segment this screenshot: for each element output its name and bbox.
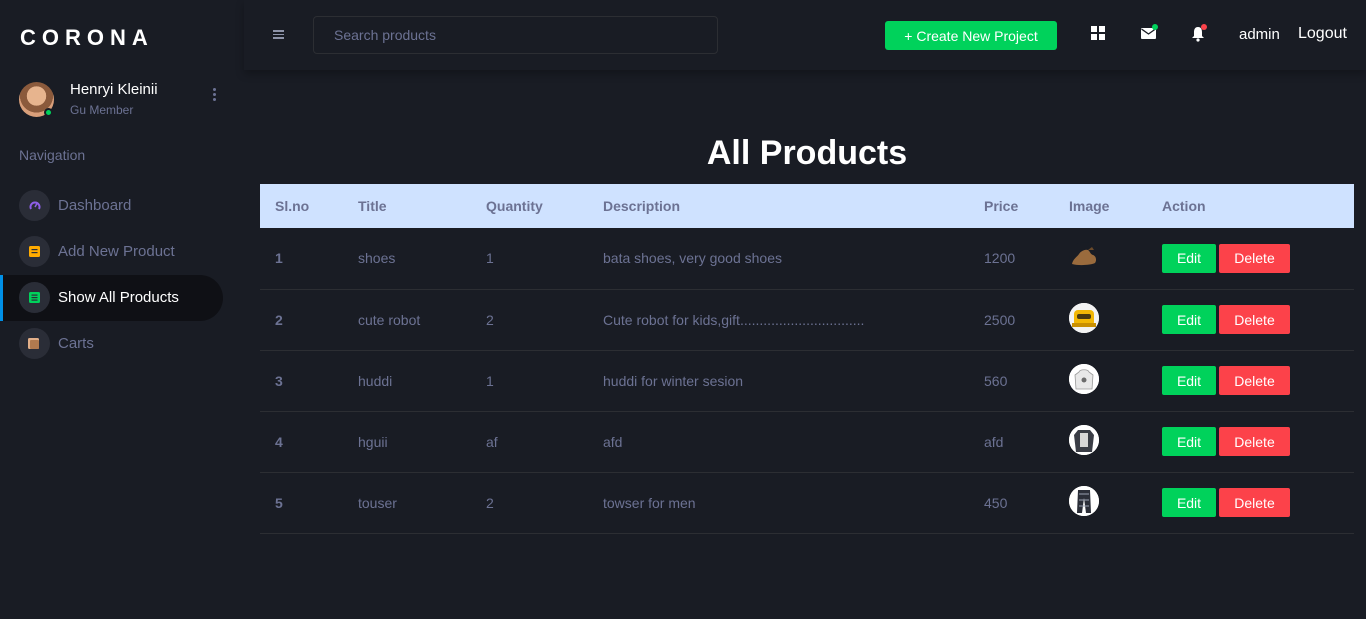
note-icon	[19, 236, 50, 267]
edit-button[interactable]: Edit	[1162, 243, 1216, 273]
sidebar-item-carts[interactable]: Carts	[0, 321, 223, 367]
page-title: All Products	[706, 134, 908, 172]
profile-name: Henryi Kleinii	[70, 81, 158, 98]
trousers-thumbnail	[1069, 486, 1099, 516]
grid-icon[interactable]	[1091, 26, 1107, 42]
cell-description: huddi for winter sesion	[603, 372, 744, 389]
profile-block: Henryi Kleinii Gu Member	[19, 80, 229, 120]
cell-title: huddi	[358, 372, 393, 389]
cell-image	[1054, 228, 1147, 289]
cart-icon	[19, 328, 50, 359]
table-row: 5 touser 2 towser for men 450 Edit Delete	[260, 472, 1354, 533]
cell-price: afd	[984, 433, 1004, 450]
mail-badge-icon	[1152, 24, 1158, 30]
speedometer-icon	[19, 190, 50, 221]
column-header-price: Price	[984, 198, 1019, 214]
column-header-slno: Sl.no	[275, 198, 310, 214]
delete-button[interactable]: Delete	[1219, 305, 1290, 334]
products-table: Sl.no Title Quantity Description Price I…	[260, 184, 1354, 534]
logout-link[interactable]: Logout	[1298, 25, 1347, 43]
table-row: 1 shoes 1 bata shoes, very good shoes 12…	[260, 228, 1354, 289]
column-header-title: Title	[358, 198, 387, 214]
cell-actions: Edit Delete	[1147, 228, 1354, 289]
table-row: 2 cute robot 2 Cute robot for kids,gift.…	[260, 289, 1354, 350]
sidebar-item-dashboard[interactable]: Dashboard	[0, 183, 223, 229]
cell-actions: Edit Delete	[1147, 472, 1354, 533]
cell-slno: 3	[275, 372, 283, 389]
hoodie-thumbnail	[1069, 364, 1099, 394]
column-header-action: Action	[1162, 198, 1206, 214]
sidebar-item-label: Add New Product	[58, 243, 175, 260]
profile-role: Gu Member	[70, 103, 134, 117]
cell-actions: Edit Delete	[1147, 411, 1354, 472]
cell-description: afd	[603, 433, 623, 450]
menu-toggle-icon[interactable]	[273, 30, 284, 39]
search-input[interactable]	[313, 16, 718, 54]
cell-title: cute robot	[358, 311, 421, 328]
cell-quantity: 1	[486, 372, 494, 389]
table-header-row: Sl.no Title Quantity Description Price I…	[260, 184, 1354, 228]
cell-title: hguii	[358, 433, 388, 450]
cell-price: 2500	[984, 311, 1016, 328]
delete-button[interactable]: Delete	[1219, 427, 1290, 456]
cell-actions: Edit Delete	[1147, 289, 1354, 350]
brand-logo[interactable]: CORONA	[20, 25, 154, 51]
notification-badge-icon	[1201, 24, 1207, 30]
cell-quantity: 2	[486, 494, 494, 511]
edit-button[interactable]: Edit	[1162, 488, 1216, 517]
nav-heading: Navigation	[19, 147, 86, 163]
cell-price: 450	[984, 494, 1008, 511]
cell-slno: 5	[275, 494, 283, 511]
cell-image	[1054, 472, 1147, 533]
top-navbar: + Create New Project admin Logout	[244, 0, 1366, 70]
edit-button[interactable]: Edit	[1162, 427, 1216, 456]
column-header-image: Image	[1069, 198, 1110, 214]
robot-thumbnail	[1069, 303, 1099, 333]
cell-slno: 4	[275, 433, 283, 450]
online-status-icon	[44, 108, 53, 117]
cell-slno: 1	[275, 250, 283, 267]
sidebar-item-label: Carts	[58, 335, 94, 352]
mail-icon[interactable]	[1141, 24, 1158, 42]
shirt-thumbnail	[1069, 425, 1099, 455]
table-row: 3 huddi 1 huddi for winter sesion 560 Ed…	[260, 350, 1354, 411]
sidebar-item-add-product[interactable]: Add New Product	[0, 229, 223, 275]
delete-button[interactable]: Delete	[1219, 488, 1290, 517]
cell-title: shoes	[358, 250, 396, 267]
cell-price: 560	[984, 372, 1008, 389]
column-header-description: Description	[603, 198, 681, 214]
sidebar-item-label: Show All Products	[58, 289, 179, 306]
create-new-project-button[interactable]: + Create New Project	[885, 21, 1057, 50]
cell-description: bata shoes, very good shoes	[603, 250, 783, 267]
cell-title: touser	[358, 494, 397, 511]
cell-slno: 2	[275, 311, 283, 328]
cell-actions: Edit Delete	[1147, 350, 1354, 411]
edit-button[interactable]: Edit	[1162, 305, 1216, 334]
cell-description: Cute robot for kids,gift................…	[603, 311, 865, 328]
more-options-icon[interactable]	[210, 88, 218, 104]
user-name[interactable]: admin	[1239, 26, 1280, 43]
cell-description: towser for men	[603, 494, 696, 511]
cell-quantity: 2	[486, 311, 494, 328]
list-icon	[19, 282, 50, 313]
shoe-thumbnail	[1069, 241, 1099, 272]
cell-image	[1054, 350, 1147, 411]
delete-button[interactable]: Delete	[1219, 366, 1290, 395]
cell-price: 1200	[984, 250, 1016, 267]
delete-button[interactable]: Delete	[1219, 243, 1290, 273]
cell-image	[1054, 411, 1147, 472]
cell-quantity: 1	[486, 250, 494, 267]
column-header-quantity: Quantity	[486, 198, 543, 214]
sidebar: CORONA Henryi Kleinii Gu Member Navigati…	[0, 0, 244, 619]
edit-button[interactable]: Edit	[1162, 366, 1216, 395]
bell-icon[interactable]	[1191, 24, 1207, 42]
sidebar-item-label: Dashboard	[58, 197, 132, 214]
sidebar-item-show-all-products[interactable]: Show All Products	[0, 275, 223, 321]
cell-quantity: af	[486, 433, 498, 450]
cell-image	[1054, 289, 1147, 350]
table-row: 4 hguii af afd afd Edit Delete	[260, 411, 1354, 472]
